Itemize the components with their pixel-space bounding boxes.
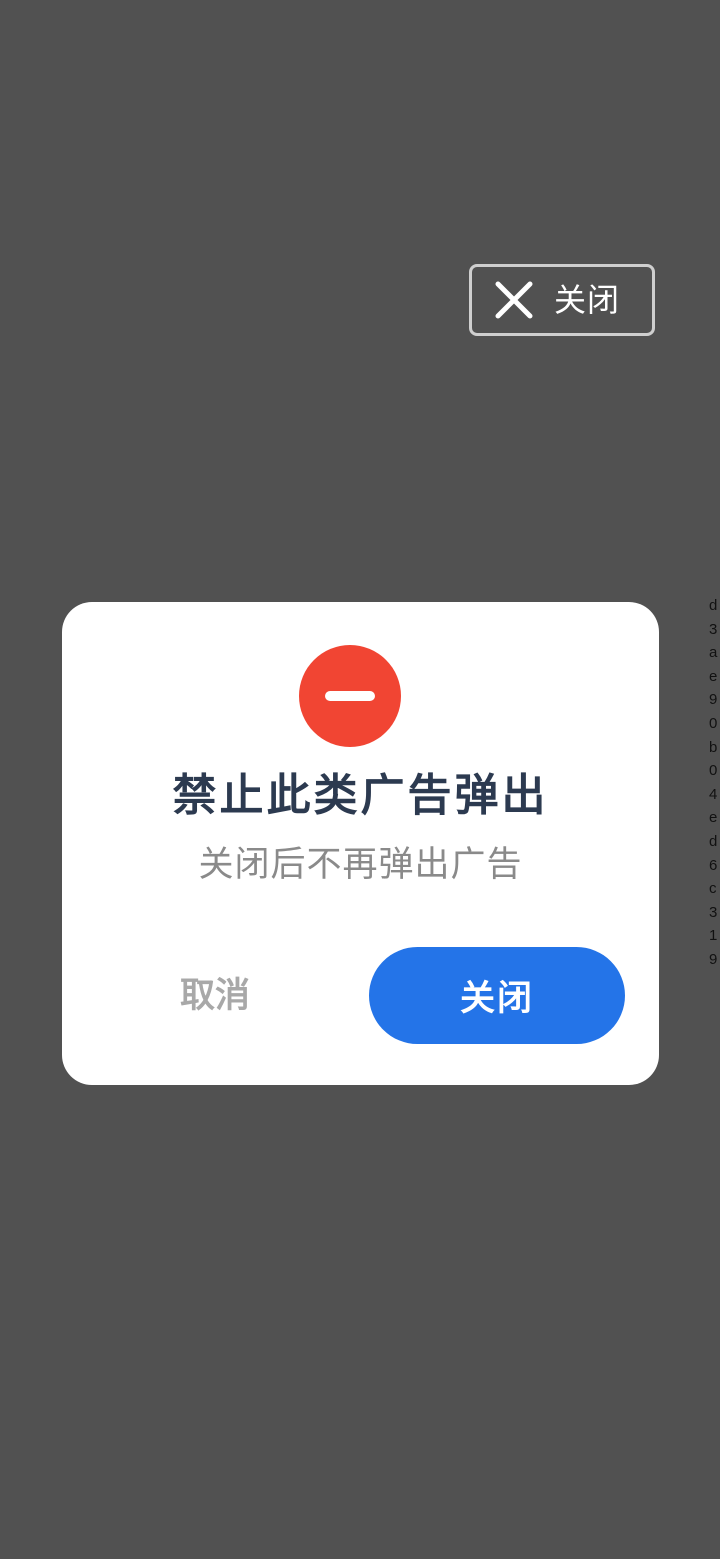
dialog-subtitle: 关闭后不再弹出广告: [198, 845, 523, 885]
block-ad-dialog: 禁止此类广告弹出 关闭后不再弹出广告 取消 关闭: [62, 602, 659, 1085]
side-text-char: 3: [709, 620, 718, 638]
side-text-char: 4: [709, 785, 718, 803]
cancel-button[interactable]: 取消: [130, 947, 300, 1037]
side-text-char: e: [709, 809, 718, 827]
side-text-char: 3: [709, 903, 718, 921]
side-text-char: c: [709, 880, 717, 898]
side-text-char: d: [709, 597, 718, 614]
overlay-close-button[interactable]: 关闭: [469, 264, 655, 336]
side-text-char: d: [709, 832, 718, 850]
confirm-close-button[interactable]: 关闭: [369, 947, 625, 1044]
block-icon-bar: [325, 691, 375, 701]
overlay-close-label: 关闭: [554, 281, 621, 319]
side-text-char: b: [709, 738, 718, 756]
dialog-title: 禁止此类广告弹出: [172, 770, 549, 821]
block-icon: [299, 645, 401, 747]
side-text-char: 9: [709, 950, 718, 968]
close-icon: [495, 281, 533, 319]
side-text-char: 1: [709, 927, 718, 945]
side-text-char: 6: [709, 856, 718, 874]
side-text-char: 0: [709, 762, 718, 780]
side-text-char: 0: [709, 714, 718, 732]
side-text-char: e: [709, 667, 718, 685]
side-text-char: a: [709, 644, 718, 662]
side-text-char: 9: [709, 691, 718, 709]
side-debug-text: d 3 a e 9 0 b 0 4 e d 6 c 3 1 9: [709, 594, 720, 972]
